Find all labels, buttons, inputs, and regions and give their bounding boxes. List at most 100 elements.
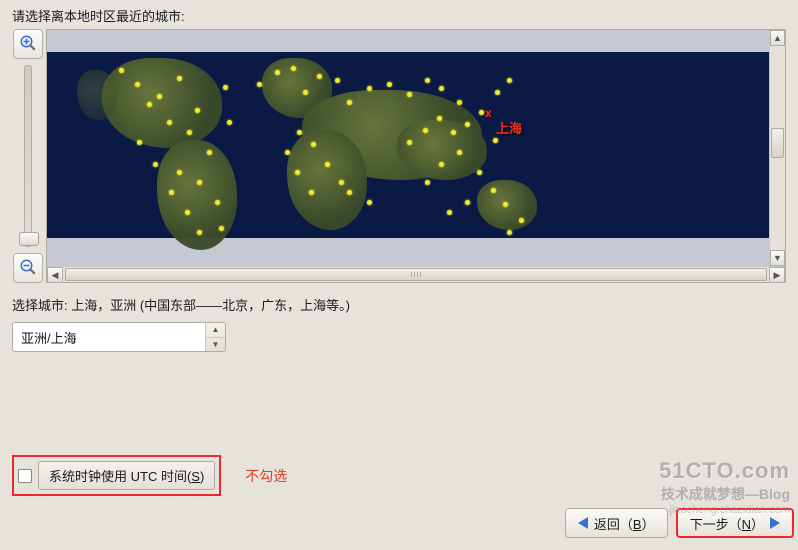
city-dot[interactable] (169, 190, 174, 195)
city-dot[interactable] (157, 94, 162, 99)
city-dot[interactable] (309, 190, 314, 195)
timezone-select[interactable]: 亚洲/上海 ▲ ▼ (12, 322, 226, 352)
vscroll-thumb[interactable] (771, 128, 784, 158)
zoom-out-icon (19, 258, 37, 279)
city-dot[interactable] (347, 190, 352, 195)
back-button-label: 返回（B） (594, 514, 655, 533)
city-dot[interactable] (491, 188, 496, 193)
city-dot[interactable] (295, 170, 300, 175)
city-dot[interactable] (303, 90, 308, 95)
city-dot[interactable] (207, 150, 212, 155)
chevron-up-icon[interactable]: ▲ (206, 323, 225, 338)
city-dot[interactable] (167, 120, 172, 125)
city-dot[interactable] (297, 130, 302, 135)
city-dot[interactable] (407, 140, 412, 145)
zoom-slider[interactable] (24, 65, 32, 247)
city-dot[interactable] (177, 170, 182, 175)
city-dot[interactable] (519, 218, 524, 223)
world-map[interactable]: x 上海 (47, 30, 769, 266)
wizard-nav: 返回（B） 下一步（N） (565, 508, 794, 538)
city-dot[interactable] (423, 128, 428, 133)
utc-checkbox-label-button[interactable]: 系统时钟使用 UTC 时间(S) (38, 461, 215, 490)
city-dot[interactable] (119, 68, 124, 73)
city-dot[interactable] (425, 78, 430, 83)
utc-highlight-box: 系统时钟使用 UTC 时间(S) (12, 455, 221, 496)
back-button[interactable]: 返回（B） (565, 508, 668, 538)
map-area: x 上海 ▲ ▼ ◀ ▶ (12, 29, 786, 283)
city-dot[interactable] (147, 102, 152, 107)
city-dot[interactable] (493, 138, 498, 143)
city-dot[interactable] (465, 122, 470, 127)
city-dot[interactable] (197, 230, 202, 235)
scroll-up-button[interactable]: ▲ (770, 30, 785, 46)
city-dot[interactable] (347, 100, 352, 105)
city-dot[interactable] (387, 82, 392, 87)
city-dot[interactable] (219, 226, 224, 231)
selected-city-row: 选择城市: 上海，亚洲 (中国东部——北京，广东，上海等。) (12, 295, 786, 314)
city-dot[interactable] (495, 90, 500, 95)
city-dot[interactable] (335, 78, 340, 83)
timezone-prompt-label: 请选择离本地时区最近的城市: (12, 6, 786, 25)
city-dot[interactable] (437, 116, 442, 121)
city-dot[interactable] (187, 130, 192, 135)
hscroll-thumb[interactable] (65, 268, 767, 281)
city-dot[interactable] (185, 210, 190, 215)
timezone-select-spinner[interactable]: ▲ ▼ (205, 323, 225, 351)
zoom-in-button[interactable] (13, 29, 43, 59)
zoom-in-icon (19, 34, 37, 55)
city-dot[interactable] (447, 210, 452, 215)
map-scroll-container: x 上海 ▲ ▼ ◀ ▶ (46, 29, 786, 283)
map-vertical-scrollbar[interactable]: ▲ ▼ (769, 30, 785, 266)
city-dot[interactable] (195, 108, 200, 113)
selected-city-marker-label: 上海 (496, 118, 522, 137)
city-dot[interactable] (479, 110, 484, 115)
city-dot[interactable] (465, 200, 470, 205)
next-button-label: 下一步（N） (690, 514, 764, 533)
utc-checkbox[interactable] (18, 469, 32, 483)
chevron-down-icon[interactable]: ▼ (206, 338, 225, 352)
selected-city-value: 上海，亚洲 (中国东部——北京，广东，上海等。) (71, 298, 350, 313)
scroll-left-button[interactable]: ◀ (47, 267, 63, 283)
city-dot[interactable] (367, 200, 372, 205)
city-dot[interactable] (153, 162, 158, 167)
city-dot[interactable] (339, 180, 344, 185)
city-dot[interactable] (507, 230, 512, 235)
selected-city-marker: x (485, 106, 492, 120)
city-dot[interactable] (227, 120, 232, 125)
city-dot[interactable] (477, 170, 482, 175)
city-dot[interactable] (223, 85, 228, 90)
scroll-down-button[interactable]: ▼ (770, 250, 785, 266)
city-dot[interactable] (257, 82, 262, 87)
city-dot[interactable] (317, 74, 322, 79)
city-dot[interactable] (215, 200, 220, 205)
city-dot[interactable] (439, 86, 444, 91)
city-dot[interactable] (311, 142, 316, 147)
city-dot[interactable] (407, 92, 412, 97)
city-dot[interactable] (177, 76, 182, 81)
city-dot[interactable] (457, 150, 462, 155)
zoom-out-button[interactable] (13, 253, 43, 283)
map-horizontal-scrollbar[interactable]: ◀ ▶ (47, 266, 785, 282)
city-dot[interactable] (503, 202, 508, 207)
city-dot[interactable] (451, 130, 456, 135)
city-dot[interactable] (325, 162, 330, 167)
city-dot[interactable] (439, 162, 444, 167)
city-dot[interactable] (135, 82, 140, 87)
city-dot[interactable] (367, 86, 372, 91)
city-dot[interactable] (507, 78, 512, 83)
city-dot[interactable] (457, 100, 462, 105)
city-dot[interactable] (197, 180, 202, 185)
arrow-left-icon (578, 517, 588, 529)
city-dot[interactable] (137, 140, 142, 145)
zoom-slider-thumb[interactable] (19, 232, 39, 246)
city-dot[interactable] (291, 66, 296, 71)
utc-hint-annotation: 不勾选 (245, 466, 287, 486)
selected-city-label: 选择城市: (12, 298, 71, 313)
city-dot[interactable] (275, 70, 280, 75)
zoom-controls (12, 29, 44, 283)
arrow-right-icon (770, 517, 780, 529)
next-button[interactable]: 下一步（N） (676, 508, 794, 538)
scroll-right-button[interactable]: ▶ (769, 267, 785, 283)
city-dot[interactable] (285, 150, 290, 155)
city-dot[interactable] (425, 180, 430, 185)
